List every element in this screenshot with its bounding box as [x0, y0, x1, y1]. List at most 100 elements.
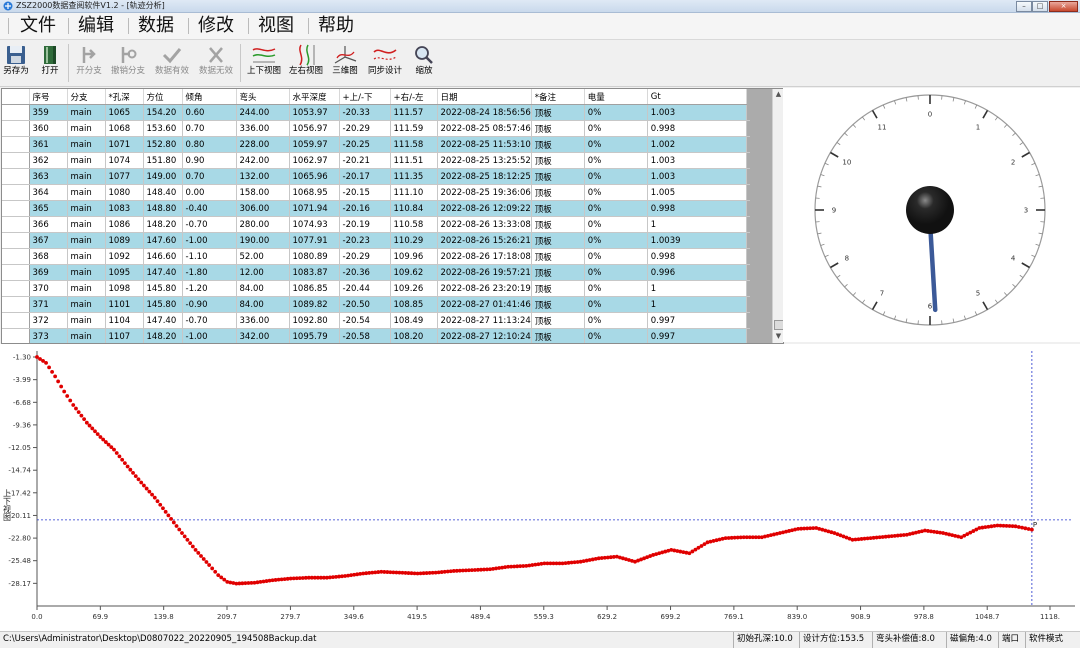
table-cell[interactable]: 0%	[584, 281, 647, 297]
table-cell[interactable]: 370	[29, 281, 67, 297]
table-cell[interactable]: -20.25	[339, 137, 390, 153]
table-cell[interactable]: 1083	[105, 201, 143, 217]
table-cell[interactable]: -0.70	[182, 217, 236, 233]
table-cell[interactable]: 242.00	[236, 153, 289, 169]
table-cell[interactable]: 顶板	[531, 265, 584, 281]
table-cell[interactable]: 0.997	[647, 313, 746, 329]
table-cell[interactable]: 顶板	[531, 137, 584, 153]
table-cell[interactable]: 1053.97	[289, 105, 339, 121]
menu-file[interactable]: 文件	[12, 13, 64, 39]
table-cell[interactable]: 顶板	[531, 313, 584, 329]
table-cell[interactable]: 0.70	[182, 121, 236, 137]
table-cell[interactable]: 109.96	[390, 249, 437, 265]
table-cell[interactable]: 1065.96	[289, 169, 339, 185]
table-cell[interactable]: 1.003	[647, 169, 746, 185]
table-cell[interactable]: 111.10	[390, 185, 437, 201]
table-cell[interactable]: 1101	[105, 297, 143, 313]
table-cell[interactable]: 2022-08-25 18:12:25	[437, 169, 531, 185]
menu-data[interactable]: 数据	[130, 13, 182, 39]
column-header[interactable]: +上/-下	[339, 89, 390, 105]
table-cell[interactable]: 366	[29, 217, 67, 233]
table-cell[interactable]: 1	[647, 217, 746, 233]
column-header[interactable]: *备注	[531, 89, 584, 105]
table-cell[interactable]: -1.20	[182, 281, 236, 297]
table-cell[interactable]: 1.003	[647, 105, 746, 121]
table-cell[interactable]: main	[67, 201, 105, 217]
table-cell[interactable]: 111.35	[390, 169, 437, 185]
table-cell[interactable]: -20.54	[339, 313, 390, 329]
row-header[interactable]	[2, 249, 29, 265]
table-cell[interactable]: 顶板	[531, 329, 584, 345]
table-cell[interactable]: 1068.95	[289, 185, 339, 201]
table-cell[interactable]: 342.00	[236, 329, 289, 345]
table-row[interactable]: 363main1077149.000.70132.001065.96-20.17…	[2, 169, 750, 185]
table-cell[interactable]: 364	[29, 185, 67, 201]
table-cell[interactable]: main	[67, 121, 105, 137]
table-cell[interactable]: 306.00	[236, 201, 289, 217]
table-cell[interactable]: 336.00	[236, 121, 289, 137]
table-cell[interactable]: 1065	[105, 105, 143, 121]
column-header[interactable]: Gt	[647, 89, 746, 105]
table-cell[interactable]: 0%	[584, 249, 647, 265]
table-cell[interactable]: 1107	[105, 329, 143, 345]
table-cell[interactable]: main	[67, 217, 105, 233]
column-header[interactable]: 序号	[29, 89, 67, 105]
table-cell[interactable]: 1092.80	[289, 313, 339, 329]
table-cell[interactable]: 0%	[584, 265, 647, 281]
table-cell[interactable]: 2022-08-25 19:36:06	[437, 185, 531, 201]
table-cell[interactable]: 1089.82	[289, 297, 339, 313]
row-header[interactable]	[2, 185, 29, 201]
table-cell[interactable]: 0.996	[647, 265, 746, 281]
menu-help[interactable]: 帮助	[310, 13, 362, 39]
table-cell[interactable]: 148.20	[143, 329, 182, 345]
table-cell[interactable]: 1.0039	[647, 233, 746, 249]
maximize-button[interactable]: □	[1032, 1, 1048, 12]
table-cell[interactable]: 111.59	[390, 121, 437, 137]
table-cell[interactable]: 顶板	[531, 249, 584, 265]
column-header[interactable]: 水平深度	[289, 89, 339, 105]
table-cell[interactable]: 0%	[584, 217, 647, 233]
table-cell[interactable]: 111.57	[390, 105, 437, 121]
table-cell[interactable]: 1092	[105, 249, 143, 265]
table-cell[interactable]: main	[67, 265, 105, 281]
table-row[interactable]: 367main1089147.60-1.00190.001077.91-20.2…	[2, 233, 750, 249]
table-cell[interactable]: 0.00	[182, 185, 236, 201]
row-header[interactable]	[2, 217, 29, 233]
table-row[interactable]: 370main1098145.80-1.2084.001086.85-20.44…	[2, 281, 750, 297]
row-header[interactable]	[2, 281, 29, 297]
table-cell[interactable]: 158.00	[236, 185, 289, 201]
table-row[interactable]: 365main1083148.80-0.40306.001071.94-20.1…	[2, 201, 750, 217]
row-header[interactable]	[2, 265, 29, 281]
table-row[interactable]: 364main1080148.400.00158.001068.95-20.15…	[2, 185, 750, 201]
vertical-view-button[interactable]: 上下视图	[244, 42, 284, 86]
table-cell[interactable]: 228.00	[236, 137, 289, 153]
table-cell[interactable]: 362	[29, 153, 67, 169]
table-cell[interactable]: 2022-08-27 12:10:24	[437, 329, 531, 345]
table-cell[interactable]: main	[67, 313, 105, 329]
table-cell[interactable]: 0%	[584, 153, 647, 169]
table-cell[interactable]: main	[67, 105, 105, 121]
table-cell[interactable]: 145.80	[143, 281, 182, 297]
table-cell[interactable]: 148.20	[143, 217, 182, 233]
row-header[interactable]	[2, 121, 29, 137]
table-cell[interactable]: 1080	[105, 185, 143, 201]
table-cell[interactable]: 1059.97	[289, 137, 339, 153]
table-cell[interactable]: 1077.91	[289, 233, 339, 249]
table-cell[interactable]: 顶板	[531, 185, 584, 201]
table-cell[interactable]: 2022-08-26 23:20:19	[437, 281, 531, 297]
table-cell[interactable]: 153.60	[143, 121, 182, 137]
table-cell[interactable]: -20.29	[339, 121, 390, 137]
table-cell[interactable]: 280.00	[236, 217, 289, 233]
table-cell[interactable]: 361	[29, 137, 67, 153]
table-cell[interactable]: 190.00	[236, 233, 289, 249]
table-cell[interactable]: 1.005	[647, 185, 746, 201]
close-button[interactable]: ×	[1049, 1, 1078, 12]
table-row[interactable]: 368main1092146.60-1.1052.001080.89-20.29…	[2, 249, 750, 265]
table-cell[interactable]: 顶板	[531, 169, 584, 185]
table-cell[interactable]: 0%	[584, 185, 647, 201]
menu-edit[interactable]: 编辑	[70, 13, 122, 39]
table-cell[interactable]: -1.00	[182, 233, 236, 249]
row-header[interactable]	[2, 137, 29, 153]
table-cell[interactable]: main	[67, 233, 105, 249]
table-cell[interactable]: -1.80	[182, 265, 236, 281]
